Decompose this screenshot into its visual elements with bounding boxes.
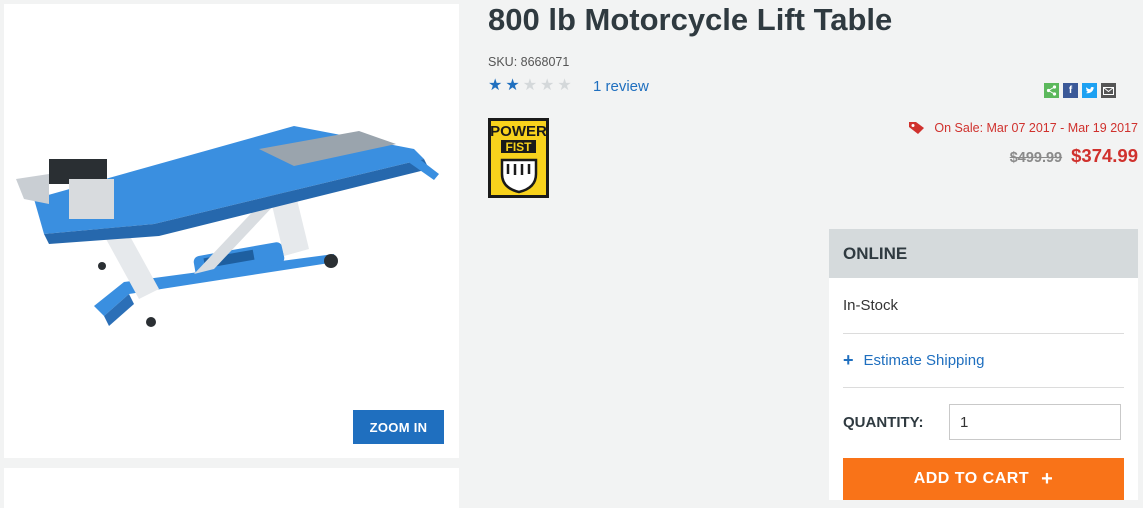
rating-stars: ★ ★ ★ ★ ★ [488,78,572,94]
twitter-icon[interactable] [1082,83,1097,98]
estimate-shipping-link[interactable]: + Estimate Shipping [843,350,985,370]
add-to-cart-button[interactable]: ADD TO CART + [843,458,1124,500]
product-image[interactable] [4,4,459,458]
sale-text: On Sale: Mar 07 2017 - Mar 19 2017 [934,121,1138,135]
facebook-icon[interactable]: f [1063,83,1078,98]
thumbnail-panel [4,468,459,508]
star-empty-icon: ★ [557,77,572,94]
original-price: $499.99 [1009,150,1063,166]
divider [843,387,1124,388]
review-link[interactable]: 1 review [593,78,649,95]
product-title: 800 lb Motorcycle Lift Table [488,2,893,37]
sale-price: $374.99 [1071,145,1138,166]
quantity-input[interactable] [949,404,1121,440]
stock-status: In-Stock [843,297,899,314]
price-tag-icon [909,122,925,134]
star-empty-icon: ★ [522,77,538,94]
email-icon[interactable] [1101,83,1116,98]
availability-box: ONLINE In-Stock + Estimate Shipping QUAN… [829,229,1138,500]
share-bar: f [1044,83,1116,98]
product-image-panel: ZOOM IN [4,4,459,458]
svg-text:FIST: FIST [506,140,533,154]
star-filled-icon: ★ [505,77,520,94]
zoom-in-button[interactable]: ZOOM IN [353,410,444,444]
brand-logo: POWER FIST [488,118,549,198]
availability-header: ONLINE [829,229,1138,278]
plus-icon: + [843,350,854,370]
price-block: $499.99 $374.99 [1010,145,1138,167]
quantity-label: QUANTITY: [843,414,924,431]
svg-text:POWER: POWER [490,123,547,140]
product-sku: SKU: 8668071 [488,55,570,69]
add-to-cart-label: ADD TO CART [913,470,1030,487]
star-empty-icon: ★ [540,77,555,94]
plus-icon: + [1041,468,1054,490]
estimate-shipping-label: Estimate Shipping [863,352,985,369]
divider [843,333,1124,334]
share-icon[interactable] [1044,83,1059,98]
sale-banner: On Sale: Mar 07 2017 - Mar 19 2017 [908,121,1138,135]
star-filled-icon: ★ [488,77,503,94]
